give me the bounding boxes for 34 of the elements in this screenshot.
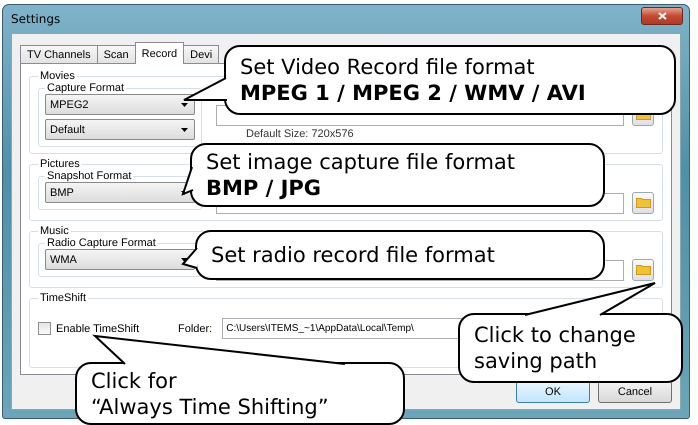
cancel-button[interactable]: Cancel (598, 381, 672, 403)
tab[interactable]: TV Channels (20, 45, 98, 64)
default-size-text: Default Size: 720x576 (245, 128, 355, 140)
format-dropdown[interactable]: MPEG2 (45, 94, 195, 115)
group-title: Movies (39, 70, 76, 82)
group-title: Capture Format (46, 82, 126, 94)
tab[interactable]: Scan (96, 45, 136, 64)
group-title: Snapshot Format (46, 170, 132, 182)
ok-button[interactable]: OK (516, 381, 590, 403)
format-dropdown[interactable]: Default (45, 119, 195, 140)
dropdown-arrow-icon (181, 102, 188, 106)
tab[interactable]: Devi (183, 45, 220, 64)
callout-tooltip: Set radio record file format (195, 230, 605, 280)
folder-label: Folder: (178, 322, 212, 334)
close-button[interactable] (641, 7, 683, 25)
tab[interactable]: Record (134, 42, 184, 64)
dropdown-arrow-icon (181, 128, 188, 132)
window-title: Settings (11, 12, 60, 26)
group-title: TimeShift (39, 292, 88, 304)
format-dropdown[interactable]: WMA (45, 249, 195, 270)
group-title: Music (39, 225, 70, 237)
checkbox-label: Enable TimeShift (56, 322, 140, 334)
callout-tooltip: Set Video Record file format MPEG 1 / MPEG 2 / WMV / AVI (224, 45, 676, 115)
folder-icon (636, 265, 650, 275)
callout-tooltip-pointer (181, 247, 198, 269)
callout-tooltip: Set image capture file format BMP / JPG (190, 143, 605, 207)
callout-tooltip-pointer (183, 77, 227, 101)
folder-icon (636, 198, 650, 208)
group-title: Pictures (39, 158, 81, 170)
checkbox[interactable] (38, 322, 51, 335)
callout-tooltip-pointer (181, 166, 194, 196)
format-dropdown[interactable]: BMP (45, 182, 195, 203)
group-title: Radio Capture Format (46, 237, 157, 249)
close-icon (658, 12, 666, 20)
